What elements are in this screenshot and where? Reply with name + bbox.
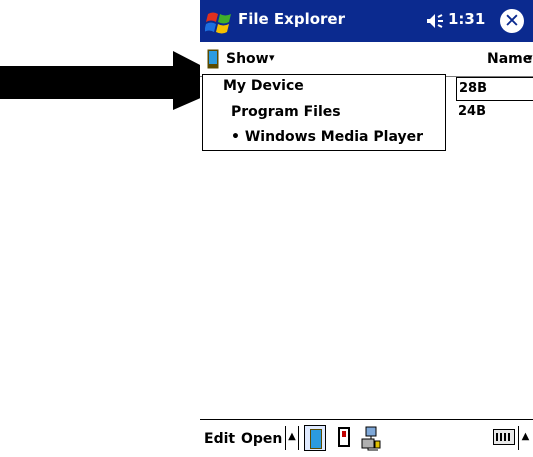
windows-start-icon[interactable] xyxy=(205,9,235,36)
my-device-icon[interactable] xyxy=(304,425,326,451)
chevron-down-icon[interactable]: ▾ xyxy=(527,51,533,64)
pocket-pc-screen: File Explorer 1:31 ✕ Show ▾ Name ▾ 28B 2… xyxy=(200,0,533,457)
app-title: File Explorer xyxy=(238,10,345,28)
device-icon xyxy=(207,49,219,69)
keyboard-icon[interactable] xyxy=(493,429,515,445)
open-menu-button[interactable]: Open xyxy=(241,431,282,447)
edit-menu-button[interactable]: Edit xyxy=(204,431,235,447)
menu-item-windows-media-player[interactable]: • Windows Media Player xyxy=(231,129,423,145)
toolbar: Show ▾ Name ▾ xyxy=(200,42,533,77)
show-menu-button[interactable]: Show xyxy=(226,51,269,67)
command-bar: Edit Open ▲ ▲ xyxy=(200,419,533,457)
clock[interactable]: 1:31 xyxy=(448,10,485,28)
file-row[interactable]: 28B xyxy=(456,77,533,101)
menu-item-my-device[interactable]: My Device xyxy=(223,78,304,94)
network-icon[interactable] xyxy=(360,425,382,451)
file-size: 24B xyxy=(458,104,486,119)
speaker-icon[interactable] xyxy=(426,12,448,30)
up-arrow-icon[interactable]: ▲ xyxy=(285,426,299,450)
storage-card-icon[interactable] xyxy=(338,427,350,447)
menu-item-program-files[interactable]: Program Files xyxy=(231,104,341,120)
sort-by-name-button[interactable]: Name xyxy=(487,51,532,67)
input-panel-up-icon[interactable]: ▲ xyxy=(518,426,532,450)
show-dropdown-menu: My Device Program Files • Windows Media … xyxy=(202,74,446,151)
chevron-down-icon[interactable]: ▾ xyxy=(269,51,275,64)
file-row[interactable]: 24B xyxy=(456,101,533,123)
close-icon[interactable]: ✕ xyxy=(500,9,524,33)
title-bar: File Explorer 1:31 ✕ xyxy=(200,0,533,42)
file-size: 28B xyxy=(459,81,487,96)
